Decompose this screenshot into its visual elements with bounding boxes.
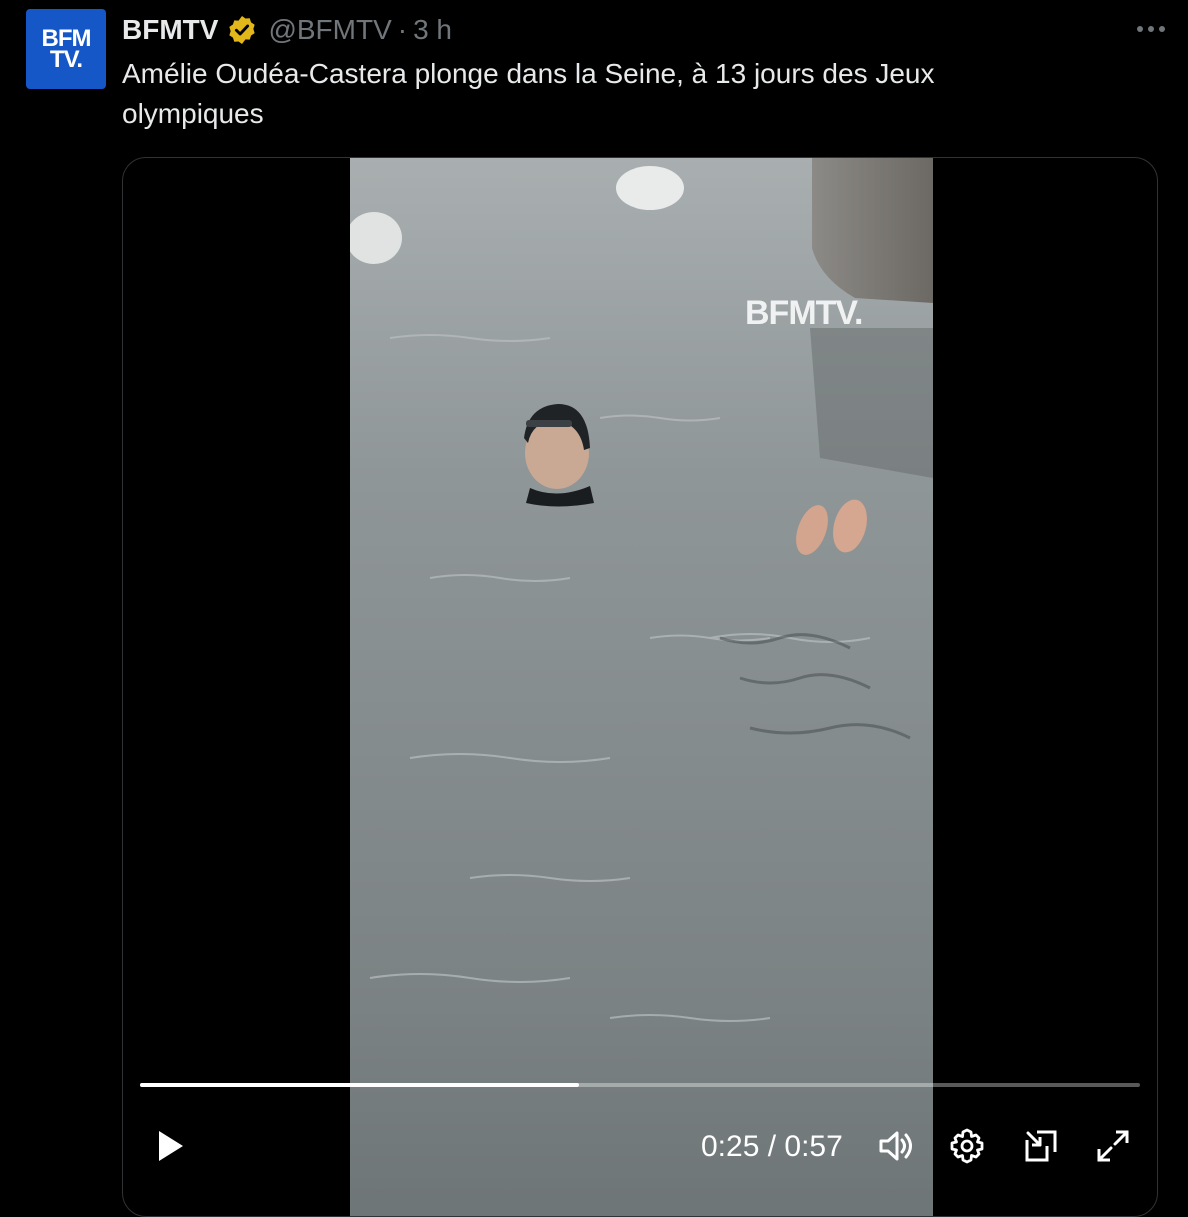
- dot: [1148, 26, 1154, 32]
- handle[interactable]: @BFMTV: [268, 14, 391, 46]
- avatar[interactable]: BFM TV.: [26, 9, 106, 89]
- picture-in-picture-icon[interactable]: [1021, 1126, 1061, 1166]
- more-options-icon[interactable]: [1134, 14, 1168, 44]
- video-controls: 0:25 / 0:57: [123, 1108, 1157, 1188]
- play-icon[interactable]: [149, 1126, 189, 1166]
- tweet-header: BFMTV @BFMTV · 3 h: [122, 10, 452, 50]
- progress-fill: [140, 1083, 579, 1087]
- gold-verified-badge-icon[interactable]: [226, 14, 258, 46]
- bfmtv-watermark: BFMTV.: [745, 294, 863, 332]
- volume-icon[interactable]: [875, 1126, 915, 1166]
- progress-bar[interactable]: [140, 1083, 1140, 1087]
- video-frame[interactable]: BFMTV.: [350, 158, 933, 1216]
- dot: [1159, 26, 1165, 32]
- time-readout: 0:25 / 0:57: [701, 1130, 843, 1163]
- fullscreen-icon[interactable]: [1093, 1126, 1133, 1166]
- tweet-text: Amélie Oudéa-Castera plonge dans la Sein…: [122, 58, 935, 129]
- display-name[interactable]: BFMTV: [122, 14, 218, 46]
- separator-dot: ·: [397, 14, 408, 45]
- avatar-line-2: TV.: [49, 46, 83, 73]
- tweet[interactable]: BFM TV. BFMTV @BFMTV · 3 h Amélie Oudéa-…: [0, 0, 1188, 1217]
- video-player[interactable]: BFMTV. 0:25 / 0:57: [122, 157, 1158, 1217]
- dot: [1137, 26, 1143, 32]
- timestamp[interactable]: 3 h: [413, 14, 452, 46]
- settings-icon[interactable]: [947, 1126, 987, 1166]
